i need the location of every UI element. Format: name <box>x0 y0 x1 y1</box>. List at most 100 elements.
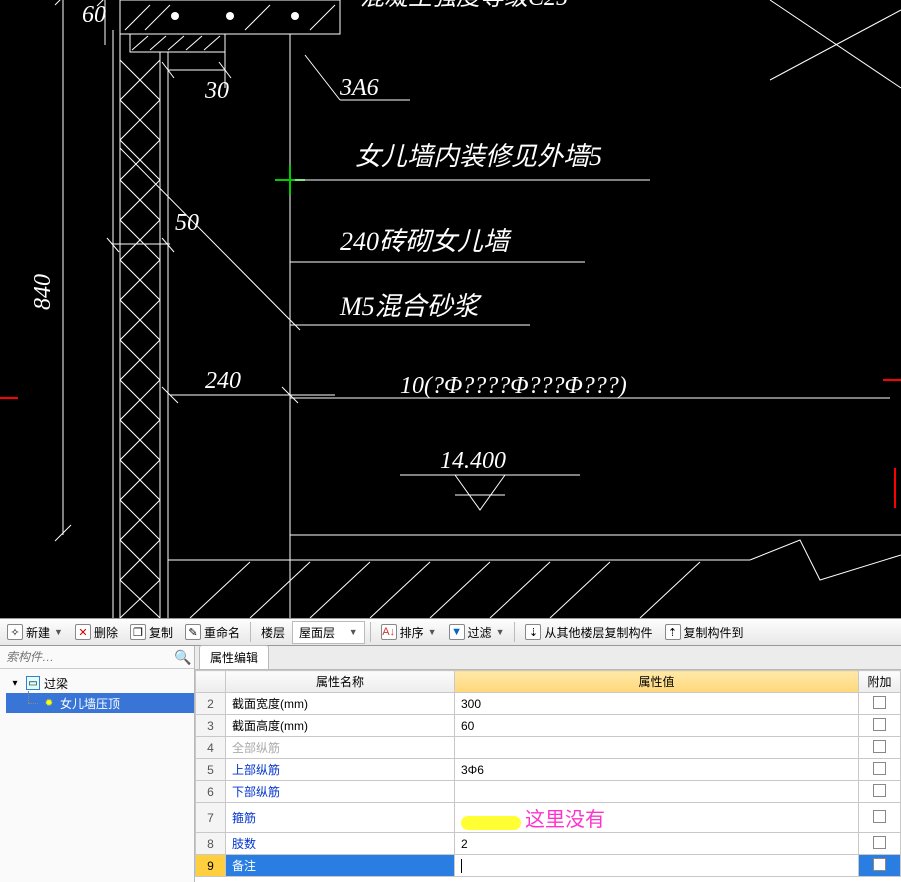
att-cell[interactable] <box>859 759 901 781</box>
prop-value-cell[interactable] <box>455 781 859 803</box>
tree-item-child[interactable]: ✹ 女儿墙压顶 <box>6 693 194 713</box>
highlight-mark <box>461 816 521 830</box>
label-rebar: 10(?Φ????Φ???Φ???) <box>400 373 627 399</box>
new-icon: ✧ <box>7 624 23 640</box>
search-icon[interactable]: 🔍 <box>172 646 194 668</box>
dim-50: 50 <box>175 210 199 236</box>
prop-name-cell: 截面高度(mm) <box>226 715 455 737</box>
copy-from-icon: ⇣ <box>525 624 541 640</box>
prop-value-cell[interactable]: 3Φ6 <box>455 759 859 781</box>
chevron-down-icon: ▼ <box>428 627 437 637</box>
label-parapet-finish: 女儿墙内装修见外墙5 <box>355 142 602 171</box>
col-rownum <box>196 671 226 693</box>
row-number: 4 <box>196 737 226 759</box>
prop-value-cell[interactable]: 这里没有 <box>455 803 859 833</box>
row-number: 9 <box>196 855 226 877</box>
prop-name-cell: 肢数 <box>226 833 455 855</box>
tree-root-label: 过梁 <box>44 675 68 692</box>
sort-icon: A↓ <box>381 624 397 640</box>
collapse-icon: ▾ <box>8 676 22 690</box>
checkbox[interactable] <box>873 810 886 823</box>
prop-value-cell[interactable]: 2 <box>455 833 859 855</box>
filter-icon: ▼ <box>449 624 465 640</box>
table-row[interactable]: 8肢数2 <box>196 833 901 855</box>
prop-name-cell: 上部纵筋 <box>226 759 455 781</box>
col-att: 附加 <box>859 671 901 693</box>
chevron-down-icon: ▼ <box>349 627 358 637</box>
prop-name-cell: 截面宽度(mm) <box>226 693 455 715</box>
filter-button[interactable]: ▼过滤▼ <box>444 621 510 644</box>
tree-item-root[interactable]: ▾ ▭ 过梁 <box>6 673 194 693</box>
sort-button[interactable]: A↓排序▼ <box>376 621 442 644</box>
prop-value-cell[interactable]: 60 <box>455 715 859 737</box>
table-row[interactable]: 3截面高度(mm)60 <box>196 715 901 737</box>
delete-button[interactable]: ✕删除 <box>70 621 123 644</box>
dim-60: 60 <box>82 2 106 28</box>
att-cell[interactable] <box>859 737 901 759</box>
prop-name-cell: 全部纵筋 <box>226 737 455 759</box>
dim-840: 840 <box>30 274 56 310</box>
new-button[interactable]: ✧新建▼ <box>2 621 68 644</box>
checkbox[interactable] <box>873 784 886 797</box>
floor-label: 楼层 <box>256 621 290 644</box>
col-value: 属性值 <box>455 671 859 693</box>
rename-icon: ✎ <box>185 624 201 640</box>
att-cell[interactable] <box>859 833 901 855</box>
checkbox[interactable] <box>873 740 886 753</box>
table-row[interactable]: 7箍筋这里没有 <box>196 803 901 833</box>
table-row[interactable]: 6下部纵筋 <box>196 781 901 803</box>
chevron-down-icon: ▼ <box>54 627 63 637</box>
checkbox[interactable] <box>873 696 886 709</box>
table-row[interactable]: 5上部纵筋3Φ6 <box>196 759 901 781</box>
tree-pane: 🔍 ▾ ▭ 过梁 ✹ 女儿墙压顶 <box>0 646 195 882</box>
att-cell[interactable] <box>859 715 901 737</box>
prop-value-cell[interactable]: 300 <box>455 693 859 715</box>
prop-name-cell: 下部纵筋 <box>226 781 455 803</box>
att-cell[interactable] <box>859 855 901 877</box>
table-row[interactable]: 9备注 <box>196 855 901 877</box>
att-cell[interactable] <box>859 781 901 803</box>
prop-value-cell[interactable] <box>455 855 859 877</box>
checkbox[interactable] <box>873 762 886 775</box>
checkbox[interactable] <box>873 836 886 849</box>
checkbox[interactable] <box>873 858 886 871</box>
toolbar: ✧新建▼ ✕删除 ❐复制 ✎重命名 楼层 屋面层 ▼ A↓排序▼ ▼过滤▼ ⇣从… <box>0 618 901 646</box>
table-row[interactable]: 2截面宽度(mm)300 <box>196 693 901 715</box>
col-name: 属性名称 <box>226 671 455 693</box>
label-concrete: 混凝土强度等级C25 <box>360 0 568 11</box>
row-number: 5 <box>196 759 226 781</box>
label-3a6: 3A6 <box>339 75 379 101</box>
annotation-text: 这里没有 <box>525 809 605 831</box>
property-grid[interactable]: 属性名称 属性值 附加 2截面宽度(mm)3003截面高度(mm)604全部纵筋… <box>195 670 901 877</box>
label-level: 14.400 <box>440 448 506 474</box>
copy-member-to-button[interactable]: ⇡复制构件到 <box>660 621 749 644</box>
att-cell[interactable] <box>859 803 901 833</box>
folder-icon: ▭ <box>26 676 40 690</box>
label-m5: M5混合砂浆 <box>339 292 483 321</box>
copy-to-icon: ⇡ <box>665 624 681 640</box>
row-number: 2 <box>196 693 226 715</box>
search-input[interactable] <box>0 646 172 668</box>
chevron-down-icon: ▼ <box>496 627 505 637</box>
cad-viewport[interactable]: 840 60 <box>0 0 901 618</box>
copy-icon: ❐ <box>130 624 146 640</box>
row-number: 3 <box>196 715 226 737</box>
prop-name-cell: 备注 <box>226 855 455 877</box>
tab-property-edit[interactable]: 属性编辑 <box>199 645 269 669</box>
dim-240: 240 <box>205 368 241 394</box>
row-number: 6 <box>196 781 226 803</box>
prop-value-cell[interactable] <box>455 737 859 759</box>
label-240-brick: 240砖砌女儿墙 <box>340 227 512 256</box>
table-row[interactable]: 4全部纵筋 <box>196 737 901 759</box>
row-number: 7 <box>196 803 226 833</box>
row-number: 8 <box>196 833 226 855</box>
copy-button[interactable]: ❐复制 <box>125 621 178 644</box>
member-icon: ✹ <box>42 696 56 710</box>
rename-button[interactable]: ✎重命名 <box>180 621 245 644</box>
property-pane: 属性编辑 属性名称 属性值 附加 2截面宽度(mm)3003截面高度(mm)60… <box>195 646 901 882</box>
text-caret <box>461 859 462 873</box>
copy-from-floor-button[interactable]: ⇣从其他楼层复制构件 <box>520 621 657 644</box>
att-cell[interactable] <box>859 693 901 715</box>
checkbox[interactable] <box>873 718 886 731</box>
roof-dropdown[interactable]: 屋面层 ▼ <box>292 621 365 644</box>
